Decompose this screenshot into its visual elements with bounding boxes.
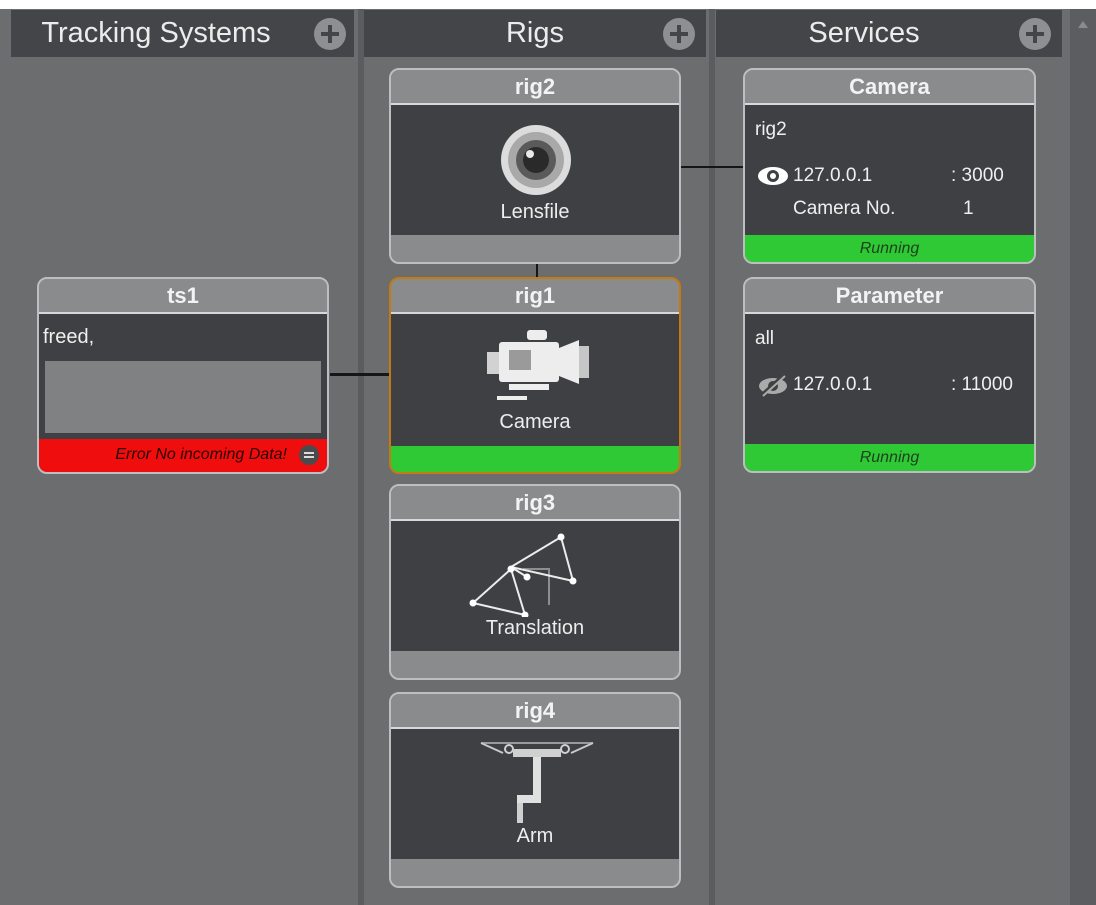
rig-type-label: Arm [516,825,554,847]
rig-type-label: Lensfile [500,201,570,223]
rigs-title: Rigs [505,17,564,49]
tracking-system-name: ts1 [39,279,327,314]
rig-status-bar [391,651,679,678]
add-tracking-system-button[interactable] [314,18,346,50]
connection-ts1-rig1 [330,373,392,376]
service-target: all [755,328,775,349]
services-title: Services [808,17,920,49]
rig-name: rig1 [391,279,679,314]
service-port: : 3000 [951,165,1004,186]
connection-rig2-rig1 [536,262,538,278]
service-body: rig2 127.0.0.1 : 3000 Camera No. 1 [745,105,1034,237]
camera-icon [479,326,599,409]
top-strip [0,0,1096,9]
tracking-system-status: Error No incoming Data! [115,446,287,463]
rig-status-bar [391,235,679,262]
rig-body: Lensfile [391,105,679,237]
rig-type-label: Camera [499,411,571,433]
services-header: Services [716,10,1062,57]
tracking-system-data: freed, [43,326,95,348]
rig-status-bar [391,859,679,886]
translation-icon [467,529,587,622]
rigs-header: Rigs [364,10,706,57]
rig-body: Translation [391,521,679,653]
eye-icon[interactable] [757,165,789,192]
service-ip: 127.0.0.1 [793,374,873,395]
vertical-scrollbar[interactable] [1070,9,1096,905]
rig-status-bar [391,446,679,472]
rig-card-rig2[interactable]: rig2 Lensfile [389,68,681,264]
add-rig-button[interactable] [663,18,695,50]
add-service-button[interactable] [1019,18,1051,50]
rig-type-label: Translation [485,617,585,639]
rig-name: rig3 [391,486,679,521]
service-port: : 11000 [951,374,1013,395]
arm-icon [477,731,597,834]
tracking-system-data-preview [45,361,321,433]
service-name: Camera [745,70,1034,105]
tracking-systems-title: Tracking Systems [41,17,271,49]
service-status-bar: Running [745,235,1034,262]
connection-rig2-camera-service [680,166,746,168]
service-name: Parameter [745,279,1034,314]
service-ip: 127.0.0.1 [793,165,873,186]
eye-slash-icon[interactable] [757,374,789,403]
rig-card-rig3[interactable]: rig3 Translation [389,484,681,680]
rig-body: Camera [391,314,679,446]
menu-icon[interactable] [299,445,319,465]
tracking-system-status-bar: Error No incoming Data! [39,439,327,472]
scroll-up-arrow-icon[interactable] [1078,21,1088,28]
rig-card-rig1[interactable]: rig1 Camera [389,277,681,474]
service-extra-label: Camera No. [793,198,896,219]
tracking-system-card[interactable]: ts1 freed, Error No incoming Data! [37,277,329,474]
service-status: Running [859,240,920,257]
tracking-systems-header: Tracking Systems [11,10,354,57]
service-body: all 127.0.0.1 : 11000 [745,314,1034,446]
service-status-bar: Running [745,444,1034,471]
lens-icon [499,123,573,202]
service-card-parameter[interactable]: Parameter all 127.0.0.1 : 11000 Running [743,277,1036,473]
rig-body: Arm [391,729,679,861]
service-status: Running [859,449,920,466]
service-card-camera[interactable]: Camera rig2 127.0.0.1 : 3000 Camera No. … [743,68,1036,264]
rig-name: rig2 [391,70,679,105]
rig-name: rig4 [391,694,679,729]
tracking-system-body: freed, [39,314,327,441]
rig-card-rig4[interactable]: rig4 Arm [389,692,681,888]
service-extra-value: 1 [963,198,974,219]
service-target: rig2 [755,119,787,140]
